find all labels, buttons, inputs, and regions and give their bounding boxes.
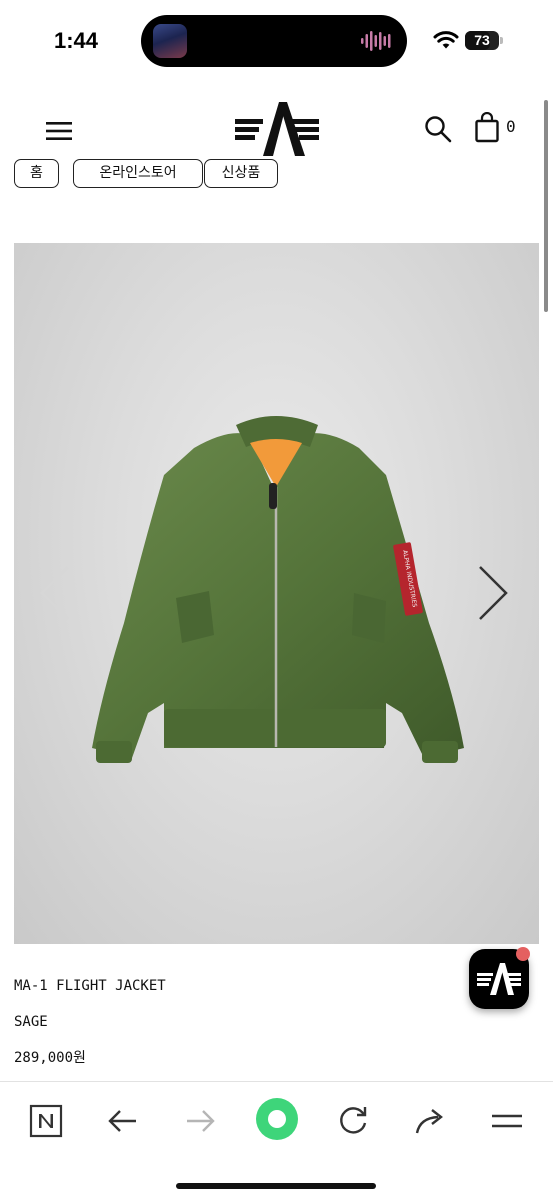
search-icon[interactable]: [423, 114, 453, 144]
product-color: SAGE: [14, 1014, 48, 1030]
now-playing-thumbnail: [153, 24, 187, 58]
product-price: 289,000원: [14, 1050, 86, 1066]
battery-nub: [500, 37, 503, 44]
product-name: MA-1 FLIGHT JACKET: [14, 978, 166, 994]
site-header: 0: [0, 92, 553, 162]
cart-count: 0: [506, 117, 516, 136]
browser-toolbar: [0, 1081, 553, 1200]
jacket-photo: ALPHA INDUSTRIES: [92, 416, 464, 763]
green-dot-icon[interactable]: [254, 1096, 300, 1142]
hamburger-menu-icon[interactable]: [42, 118, 76, 144]
reload-icon[interactable]: [331, 1099, 375, 1143]
cart-button[interactable]: 0: [474, 111, 522, 144]
carousel-next-arrow-icon[interactable]: [474, 561, 514, 625]
breadcrumb-online-store[interactable]: 온라인스토어: [73, 159, 203, 188]
back-arrow-icon[interactable]: [101, 1099, 145, 1143]
breadcrumb-home[interactable]: 홈: [14, 159, 59, 188]
home-indicator[interactable]: [176, 1183, 376, 1189]
battery-indicator: 73: [465, 31, 499, 50]
notification-dot: [516, 947, 530, 961]
naver-n-icon[interactable]: [24, 1099, 68, 1143]
status-bar: 1:44 73: [0, 0, 553, 82]
product-image[interactable]: ALPHA INDUSTRIES: [14, 243, 539, 944]
alpha-industries-logo[interactable]: [233, 102, 321, 156]
battery-level: 73: [474, 32, 490, 48]
dynamic-island[interactable]: [141, 15, 407, 67]
menu-icon[interactable]: [485, 1099, 529, 1143]
share-icon[interactable]: [408, 1099, 452, 1143]
wifi-icon: [433, 31, 459, 49]
status-time: 1:44: [54, 28, 99, 53]
shopping-bag-icon: [475, 111, 499, 143]
carousel-prev-arrow-icon[interactable]: [34, 561, 74, 625]
page-scrollbar[interactable]: [544, 100, 548, 312]
forward-arrow-icon[interactable]: [178, 1099, 222, 1143]
breadcrumb-new-arrivals[interactable]: 신상품: [204, 159, 278, 188]
audio-wave-icon: [361, 31, 391, 51]
